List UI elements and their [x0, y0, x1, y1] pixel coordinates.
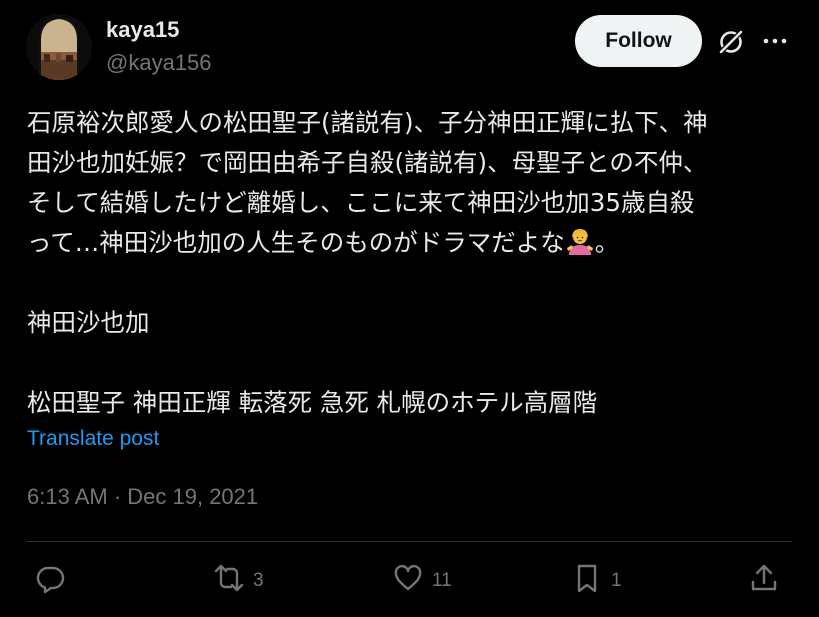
- bookmark-button[interactable]: 1: [571, 564, 622, 598]
- post-text-segment: 。: [594, 228, 620, 257]
- post-timestamp[interactable]: 6:13 AM · Dec 19, 2021: [27, 483, 258, 511]
- repost-count: 3: [253, 570, 264, 591]
- translate-post-link[interactable]: Translate post: [27, 425, 159, 453]
- heart-icon: [392, 562, 424, 600]
- post-body: 石原裕次郎愛人の松田聖子(諸説有)、子分神田正輝に払下、神 田沙也加妊娠？で岡田…: [27, 103, 797, 423]
- follow-button[interactable]: Follow: [575, 15, 702, 67]
- bookmark-count: 1: [611, 570, 622, 591]
- author-handle[interactable]: @kaya156: [106, 49, 212, 77]
- post-text-line: 松田聖子 神田正輝 転落死 急死 札幌のホテル高層階: [27, 388, 598, 417]
- share-button[interactable]: [748, 564, 780, 598]
- like-button[interactable]: 11: [392, 564, 452, 598]
- person-shrugging-emoji: [565, 226, 595, 256]
- reply-icon: [34, 562, 66, 600]
- post-text-segment: って…神田沙也加の人生そのものがドラマだよな: [27, 228, 565, 257]
- author-name[interactable]: kaya15: [106, 16, 179, 44]
- reply-button[interactable]: [34, 564, 74, 598]
- share-icon: [748, 562, 780, 600]
- post-text-line: 神田沙也加: [27, 308, 150, 337]
- divider: [27, 541, 792, 542]
- grok-icon[interactable]: [717, 28, 745, 56]
- like-count: 11: [432, 570, 452, 591]
- more-icon[interactable]: [760, 29, 790, 53]
- repost-icon: [213, 562, 245, 600]
- avatar[interactable]: [26, 14, 92, 80]
- repost-button[interactable]: 3: [213, 564, 264, 598]
- post-text-line: って…神田沙也加の人生そのものがドラマだよな 。: [27, 223, 797, 263]
- post-text-line: そして結婚したけど離婚し、ここに来て神田沙也加35歳自殺: [27, 188, 695, 217]
- bookmark-icon: [571, 562, 603, 600]
- post-text-line: 石原裕次郎愛人の松田聖子(諸説有)、子分神田正輝に払下、神: [27, 108, 708, 137]
- post-text-line: 田沙也加妊娠？で岡田由希子自殺(諸説有)、母聖子との不仲、: [27, 148, 708, 177]
